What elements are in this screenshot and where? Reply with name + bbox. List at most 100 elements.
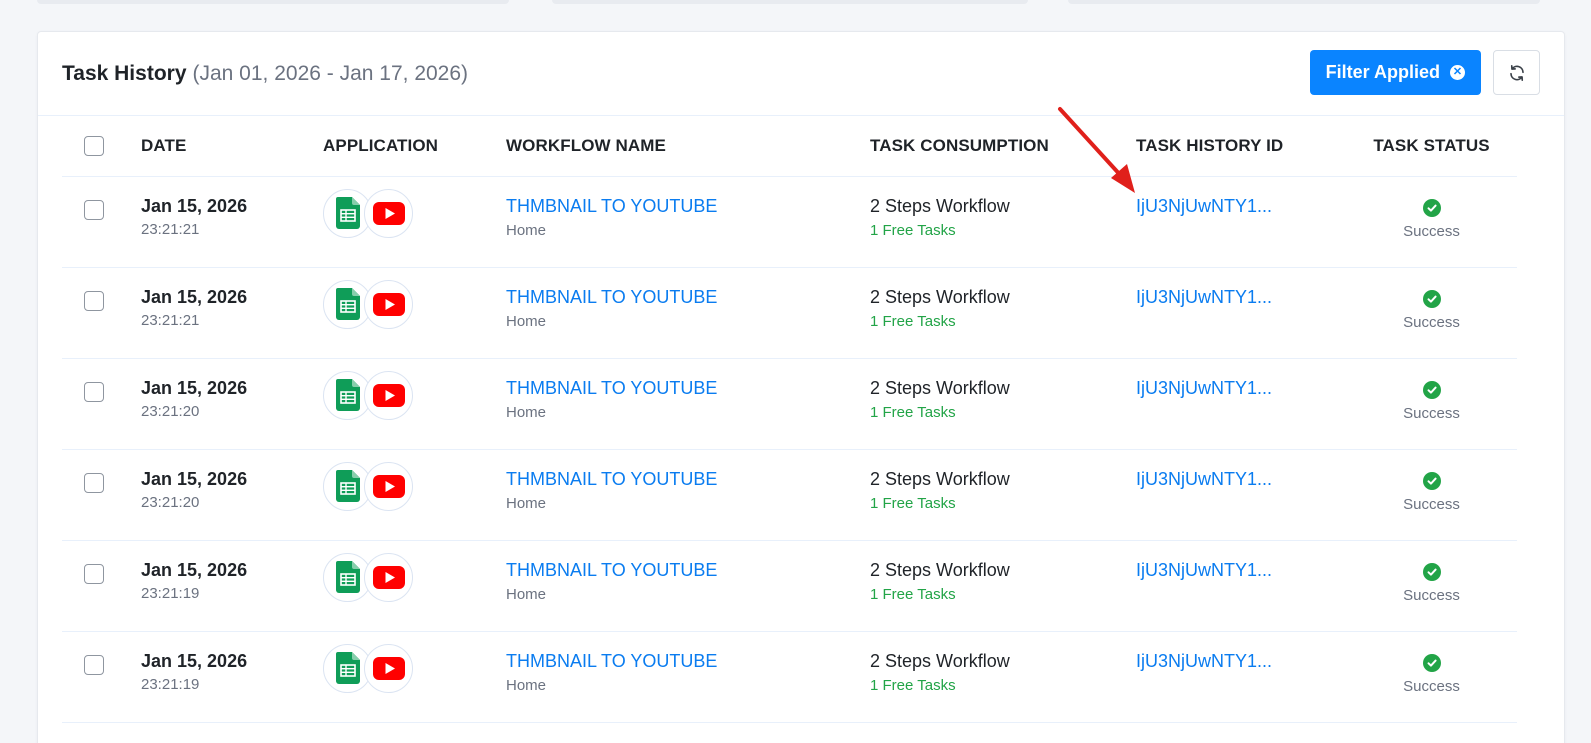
task-consumption-value: 2 Steps Workflow [870, 468, 1010, 489]
row-checkbox[interactable] [84, 472, 104, 493]
youtube-icon [364, 461, 413, 511]
row-checkbox[interactable] [84, 381, 104, 402]
row-date: Jan 15, 2026 [141, 195, 248, 216]
card-header: Task History (Jan 01, 2026 - Jan 17, 2026… [38, 32, 1564, 116]
task-history-id-cell: IjU3NjUwNTY1... [1136, 540, 1346, 631]
row-time: 23:21:20 [141, 493, 200, 511]
top-card-edge [1068, 0, 1540, 4]
application-cell [323, 631, 506, 722]
task-consumption-value: 2 Steps Workflow [870, 286, 1010, 307]
workflow-folder: Home [506, 221, 547, 239]
select-all-checkbox[interactable] [84, 136, 104, 157]
youtube-icon [364, 552, 413, 602]
column-header-task-status[interactable]: TASK STATUS [1346, 116, 1517, 176]
page-title: Task History (Jan 01, 2026 - Jan 17, 2026… [62, 62, 468, 86]
table-header-row: DATE APPLICATION WORKFLOW NAME TASK CONS… [62, 116, 1517, 176]
app-icons [323, 643, 506, 693]
workflow-folder: Home [506, 585, 547, 603]
application-cell [323, 358, 506, 449]
row-checkbox-cell [62, 449, 141, 540]
date-cell: Jan 15, 2026 23:21:19 [141, 631, 323, 722]
workflow-name-link[interactable]: THMBNAIL TO YOUTUBE [506, 378, 870, 399]
workflow-name-link[interactable]: THMBNAIL TO YOUTUBE [506, 287, 870, 308]
column-header-task-history-id[interactable]: TASK HISTORY ID [1136, 116, 1346, 176]
workflow-folder: Home [506, 403, 547, 421]
row-checkbox-cell [62, 358, 141, 449]
table-row: Jan 15, 2026 23:21:21 THMBNAIL TO YOUTUB… [62, 267, 1517, 358]
task-status-cell: Success [1346, 449, 1517, 540]
app-icons [323, 370, 506, 420]
header-actions: Filter Applied ✕ [1309, 50, 1540, 95]
row-time: 23:21:21 [141, 311, 200, 329]
task-history-id-link[interactable]: IjU3NjUwNTY1... [1136, 378, 1346, 399]
date-cell: Jan 15, 2026 23:21:21 [141, 176, 323, 267]
task-consumption-cell: 2 Steps Workflow 1 Free Tasks [870, 631, 1136, 722]
free-tasks-label: 1 Free Tasks [870, 676, 956, 694]
task-status-cell: Success [1346, 540, 1517, 631]
free-tasks-label: 1 Free Tasks [870, 494, 956, 512]
check-circle-icon [1422, 380, 1441, 399]
workflow-name-link[interactable]: THMBNAIL TO YOUTUBE [506, 469, 870, 490]
task-consumption-value: 2 Steps Workflow [870, 377, 1010, 398]
status-text: Success [1403, 586, 1460, 604]
youtube-icon [364, 279, 413, 329]
task-consumption-cell: 2 Steps Workflow 1 Free Tasks [870, 267, 1136, 358]
table-row: Jan 15, 2026 23:21:19 THMBNAIL TO YOUTUB… [62, 631, 1517, 722]
app-icons [323, 552, 506, 602]
title-text: Task History [62, 61, 187, 85]
check-circle-icon [1422, 653, 1441, 672]
top-card-edge [37, 0, 509, 4]
date-cell: Jan 15, 2026 23:21:19 [141, 540, 323, 631]
row-checkbox[interactable] [84, 290, 104, 311]
row-checkbox[interactable] [84, 199, 104, 220]
workflow-cell: THMBNAIL TO YOUTUBE Home [506, 449, 870, 540]
status-text: Success [1403, 495, 1460, 513]
column-header-application[interactable]: APPLICATION [323, 116, 506, 176]
app-icons [323, 188, 506, 238]
row-checkbox-cell [62, 631, 141, 722]
row-date: Jan 15, 2026 [141, 468, 248, 489]
column-header-date[interactable]: DATE [141, 116, 323, 176]
application-cell [323, 176, 506, 267]
column-header-workflow-name[interactable]: WORKFLOW NAME [506, 116, 870, 176]
status-text: Success [1403, 404, 1460, 422]
task-consumption-cell: 2 Steps Workflow 1 Free Tasks [870, 176, 1136, 267]
filter-applied-button[interactable]: Filter Applied ✕ [1309, 50, 1481, 95]
table-row: Jan 15, 2026 23:21:20 THMBNAIL TO YOUTUB… [62, 449, 1517, 540]
top-background-strip [0, 0, 1591, 6]
table-row: Jan 15, 2026 23:21:20 THMBNAIL TO YOUTUB… [62, 358, 1517, 449]
task-history-id-link[interactable]: IjU3NjUwNTY1... [1136, 287, 1346, 308]
header-checkbox-cell [62, 116, 141, 176]
status-text: Success [1403, 313, 1460, 331]
row-checkbox[interactable] [84, 563, 104, 584]
task-history-id-link[interactable]: IjU3NjUwNTY1... [1136, 560, 1346, 581]
close-circle-icon[interactable]: ✕ [1450, 65, 1465, 80]
row-checkbox[interactable] [84, 654, 104, 675]
task-history-id-link[interactable]: IjU3NjUwNTY1... [1136, 651, 1346, 672]
task-history-id-link[interactable]: IjU3NjUwNTY1... [1136, 469, 1346, 490]
task-status-cell: Success [1346, 176, 1517, 267]
task-history-id-link[interactable]: IjU3NjUwNTY1... [1136, 196, 1346, 217]
task-status-cell: Success [1346, 631, 1517, 722]
column-header-task-consumption[interactable]: TASK CONSUMPTION [870, 116, 1136, 176]
task-consumption-value: 2 Steps Workflow [870, 559, 1010, 580]
task-history-id-cell: IjU3NjUwNTY1... [1136, 176, 1346, 267]
workflow-cell: THMBNAIL TO YOUTUBE Home [506, 176, 870, 267]
row-checkbox-cell [62, 176, 141, 267]
task-consumption-cell: 2 Steps Workflow 1 Free Tasks [870, 449, 1136, 540]
workflow-cell: THMBNAIL TO YOUTUBE Home [506, 540, 870, 631]
date-range: (Jan 01, 2026 - Jan 17, 2026) [192, 61, 469, 85]
task-history-id-cell: IjU3NjUwNTY1... [1136, 358, 1346, 449]
row-time: 23:21:20 [141, 402, 200, 420]
refresh-button[interactable] [1493, 50, 1540, 95]
check-circle-icon [1422, 562, 1441, 581]
workflow-name-link[interactable]: THMBNAIL TO YOUTUBE [506, 560, 870, 581]
task-status-cell: Success [1346, 267, 1517, 358]
workflow-name-link[interactable]: THMBNAIL TO YOUTUBE [506, 651, 870, 672]
workflow-name-link[interactable]: THMBNAIL TO YOUTUBE [506, 196, 870, 217]
workflow-folder: Home [506, 676, 547, 694]
application-cell [323, 267, 506, 358]
task-status-cell: Success [1346, 358, 1517, 449]
youtube-icon [364, 643, 413, 693]
check-circle-icon [1422, 198, 1441, 217]
